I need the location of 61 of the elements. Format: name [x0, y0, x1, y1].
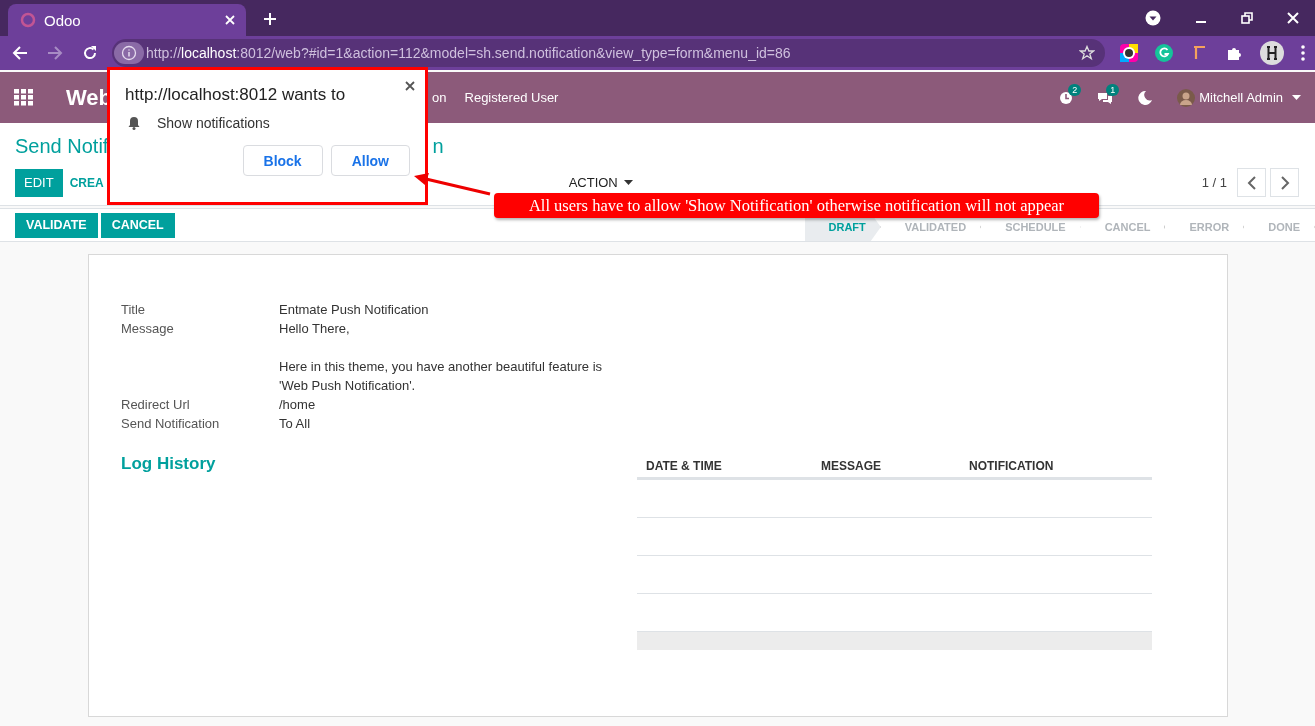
- browser-tab[interactable]: Odoo: [8, 4, 246, 36]
- create-button[interactable]: CREA: [64, 168, 104, 197]
- moon-icon[interactable]: [1137, 89, 1154, 106]
- bell-icon: [128, 116, 140, 130]
- section-title: Log History: [121, 454, 217, 475]
- field-label: Message: [121, 320, 175, 338]
- field-label: Send Notification: [121, 415, 221, 433]
- count-badge: 1: [1106, 83, 1120, 96]
- previous-button[interactable]: [1237, 168, 1266, 197]
- caret-icon: [623, 180, 633, 185]
- field-value: Hello There,: [279, 320, 351, 338]
- cancel-button[interactable]: CANCEL: [100, 212, 175, 238]
- field-value: /home: [279, 396, 317, 414]
- column-header: NOTIFICATION: [969, 459, 1055, 475]
- pager-value: 1 / 1: [1201, 175, 1227, 190]
- chevron-left-icon: [1246, 175, 1257, 190]
- count-badge: 2: [1068, 83, 1082, 96]
- restore-icon[interactable]: [1241, 12, 1253, 24]
- block-button[interactable]: Block: [242, 145, 323, 176]
- color-ring-icon[interactable]: [1120, 44, 1138, 62]
- edit-button[interactable]: EDIT: [15, 168, 63, 197]
- grammar-icon[interactable]: [1155, 44, 1173, 62]
- next-button[interactable]: [1270, 168, 1299, 197]
- reload-icon[interactable]: [82, 45, 98, 61]
- field-value: To All: [279, 415, 312, 433]
- close-icon[interactable]: [405, 81, 415, 91]
- action-dropdown[interactable]: ACTION: [562, 174, 639, 191]
- dropdown-icon[interactable]: [1145, 10, 1161, 26]
- status-stage[interactable]: DONE: [1244, 213, 1315, 241]
- validate-button[interactable]: VALIDATE: [15, 212, 98, 238]
- field-value: Entmate Push Notification: [279, 301, 430, 319]
- permission-text: Show notifications: [157, 115, 270, 131]
- chevron-right-icon: [1279, 175, 1290, 190]
- address-bar[interactable]: http://localhost:8012/web?#id=1&action=112&model=sh.send.notification&view_type=form&menu_id=86: [112, 39, 1105, 67]
- activity-icon[interactable]: [1059, 90, 1074, 105]
- page-title: Send Notif: [15, 135, 109, 159]
- profile-icon[interactable]: [1260, 41, 1284, 65]
- menu-item[interactable]: Registered User: [464, 90, 559, 105]
- arrow-icon: [412, 172, 492, 196]
- back-icon[interactable]: [12, 45, 28, 61]
- column-header: MESSAGE: [821, 459, 882, 475]
- field-label: Title: [121, 301, 147, 319]
- plus-icon[interactable]: [263, 12, 277, 26]
- forward-icon[interactable]: [47, 45, 63, 61]
- status-stage[interactable]: ERROR: [1165, 213, 1245, 241]
- field-label: Redirect Url: [121, 396, 191, 414]
- allow-button[interactable]: Allow: [330, 145, 410, 176]
- caret-icon: [1292, 95, 1301, 100]
- page-title: n: [432, 135, 444, 159]
- ring-icon: [20, 12, 36, 28]
- column-header: DATE & TIME: [646, 459, 723, 475]
- star-icon[interactable]: [1079, 45, 1095, 61]
- apps-menu-icon[interactable]: [14, 89, 33, 106]
- avatar-icon: [1177, 88, 1196, 107]
- user-menu[interactable]: Mitchell Admin: [1177, 88, 1301, 107]
- info-icon[interactable]: [114, 42, 144, 64]
- annotation-tooltip: All users have to allow 'Show Notification' otherwise notification will not appear: [494, 193, 1099, 218]
- more-icon[interactable]: [1301, 45, 1305, 61]
- menu-item[interactable]: on: [432, 90, 447, 105]
- field-value: Here in this theme, you have another beautiful feature is 'Web Push Notification'.: [279, 358, 604, 395]
- dialog-title: http://localhost:8012 wants to: [125, 85, 347, 105]
